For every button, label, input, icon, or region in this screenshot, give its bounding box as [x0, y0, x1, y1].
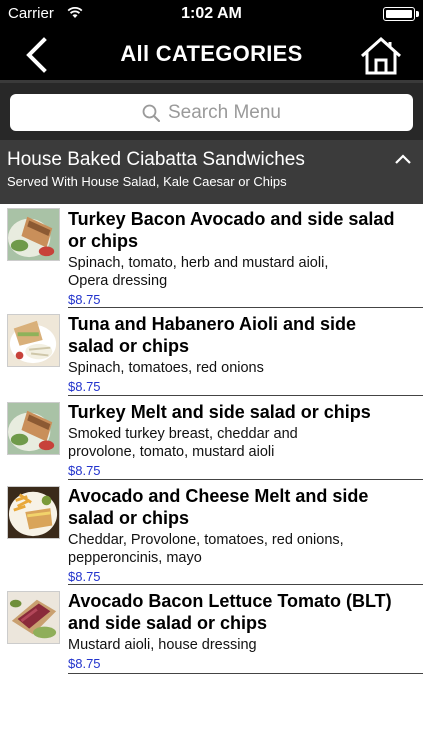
item-name-line: Avocado and Cheese Melt and side — [68, 486, 369, 506]
item-name-line: or chips — [68, 231, 139, 251]
item-price: $8.75 — [68, 656, 101, 671]
item-name-line: Turkey Bacon Avocado and side salad — [68, 209, 395, 229]
item-description: Mustard aioli, house dressing — [68, 636, 415, 654]
search-bar: Search Menu — [0, 83, 423, 140]
menu-item[interactable]: Avocado and Cheese Melt and side salad o… — [0, 480, 423, 585]
nav-bar: All CATEGORIES — [0, 28, 423, 80]
menu-item[interactable]: Turkey Bacon Avocado and side salad or c… — [0, 204, 423, 308]
item-description: Spinach, tomato, herb and mustard aioli,… — [68, 254, 415, 290]
item-description-line: Mustard aioli, house dressing — [68, 637, 257, 653]
item-thumbnail — [7, 486, 60, 539]
item-price: $8.75 — [68, 463, 101, 478]
item-thumbnail — [7, 208, 60, 261]
home-icon — [360, 36, 402, 75]
status-time: 1:02 AM — [181, 5, 242, 22]
search-icon — [142, 104, 160, 122]
category-header[interactable]: House Baked Ciabatta Sandwiches Served W… — [0, 140, 423, 204]
item-name: Turkey Melt and side salad or chips — [68, 401, 415, 423]
menu-item[interactable]: Tuna and Habanero Aioli and side salad o… — [0, 308, 423, 396]
item-thumbnail — [7, 591, 60, 644]
item-description-line: Spinach, tomato, herb and mustard aioli, — [68, 255, 329, 271]
item-name-line: salad or chips — [68, 508, 190, 528]
chevron-up-icon[interactable] — [394, 153, 412, 165]
search-placeholder: Search Menu — [167, 101, 281, 123]
item-description-line: Spinach, tomatoes, red onions — [68, 360, 264, 376]
item-price: $8.75 — [68, 292, 101, 307]
item-name-line: and side salad or chips — [68, 613, 268, 633]
item-name-line: salad or chips — [68, 336, 190, 356]
status-bar: Carrier 1:02 AM — [0, 0, 423, 28]
item-description: Smoked turkey breast, cheddar and provol… — [68, 425, 415, 461]
menu-item[interactable]: Avocado Bacon Lettuce Tomato (BLT) and s… — [0, 585, 423, 675]
item-description: Spinach, tomatoes, red onions — [68, 359, 415, 377]
item-price: $8.75 — [68, 569, 101, 584]
item-name: Avocado Bacon Lettuce Tomato (BLT) and s… — [68, 590, 415, 634]
item-thumbnail — [7, 314, 60, 367]
item-divider — [68, 673, 423, 674]
battery-icon — [383, 7, 419, 21]
menu-item[interactable]: Turkey Melt and side salad or chips Smok… — [0, 396, 423, 480]
item-name-line: Turkey Melt and side salad or chips — [68, 402, 371, 422]
item-price: $8.75 — [68, 379, 101, 394]
item-name-line: Avocado Bacon Lettuce Tomato (BLT) — [68, 591, 392, 611]
item-description-line: Smoked turkey breast, cheddar and — [68, 426, 298, 442]
item-name: Turkey Bacon Avocado and side salad or c… — [68, 208, 415, 252]
category-title: House Baked Ciabatta Sandwiches — [7, 149, 305, 170]
search-input[interactable]: Search Menu — [10, 94, 413, 131]
item-description-line: Cheddar, Provolone, tomatoes, red onions… — [68, 532, 344, 548]
item-name: Tuna and Habanero Aioli and side salad o… — [68, 313, 415, 357]
item-description-line: Opera dressing — [68, 273, 168, 289]
category-subtitle: Served With House Salad, Kale Caesar or … — [7, 174, 287, 189]
item-thumbnail — [7, 402, 60, 455]
item-name-line: Tuna and Habanero Aioli and side — [68, 314, 357, 334]
item-name: Avocado and Cheese Melt and side salad o… — [68, 485, 415, 529]
item-description-line: provolone, tomato, mustard aioli — [68, 444, 275, 460]
item-description: Cheddar, Provolone, tomatoes, red onions… — [68, 531, 415, 567]
item-description-line: pepperoncinis, mayo — [68, 550, 202, 566]
home-button[interactable] — [359, 36, 403, 76]
